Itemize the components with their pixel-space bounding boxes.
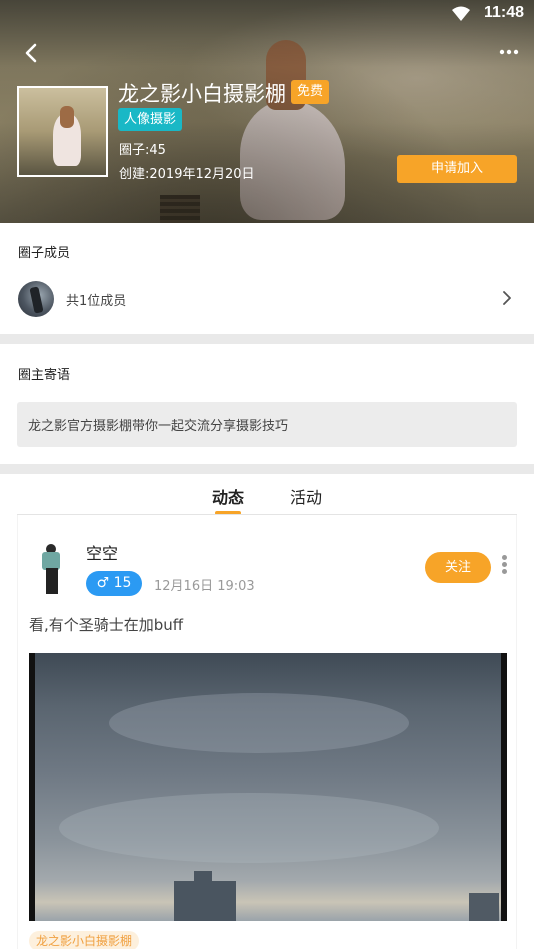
more-dots-icon[interactable] [498,42,520,62]
post-author-name[interactable]: 空空 [86,540,118,564]
post-card: 空空 ♂ 15 12月16日 19:03 关注 看,有个圣骑士在加buff 龙之… [17,515,517,949]
members-section-title: 圈子成员 [18,246,71,261]
tab-activities[interactable]: 活动 [290,484,322,508]
members-row[interactable]: 共1位成员 [0,275,534,321]
circle-header: 11:48 龙之影小白摄影棚 免费 人像摄影 圈子:45 创建:2019年12月… [0,0,534,223]
back-arrow-icon[interactable] [20,40,44,66]
status-bar: 11:48 [0,0,534,28]
tab-dynamics[interactable]: 动态 [212,484,244,508]
owner-message-text: 龙之影官方摄影棚带你一起交流分享摄影技巧 [28,419,289,434]
circle-member-count: 圈子:45 [119,143,166,158]
post-image[interactable] [29,653,507,921]
feed-tabs: 动态 活动 [0,475,534,515]
category-tag[interactable]: 人像摄影 [118,108,183,131]
gender-level-badge: ♂ 15 [86,571,142,596]
chevron-right-icon[interactable] [500,289,514,307]
status-time: 11:48 [483,4,524,21]
join-circle-button[interactable]: 申请加入 [397,155,517,183]
owner-message-title: 圈主寄语 [18,368,71,383]
member-avatar[interactable] [18,281,54,317]
section-divider [0,334,534,344]
circle-title: 龙之影小白摄影棚 [118,82,286,106]
circle-cover-image [17,86,108,177]
follow-button[interactable]: 关注 [425,552,491,583]
free-badge: 免费 [291,80,330,104]
section-divider [0,464,534,474]
owner-message-box: 龙之影官方摄影棚带你一起交流分享摄影技巧 [17,402,517,447]
circle-created-date: 创建:2019年12月20日 [119,167,255,182]
post-text: 看,有个圣骑士在加buff [29,616,184,634]
post-time: 12月16日 19:03 [154,579,255,594]
post-more-icon[interactable] [500,555,508,577]
post-circle-tag[interactable]: 龙之影小白摄影棚 [29,931,140,949]
members-total: 共1位成员 [66,294,127,309]
post-author-avatar[interactable] [32,538,72,598]
wifi-icon [452,6,470,21]
